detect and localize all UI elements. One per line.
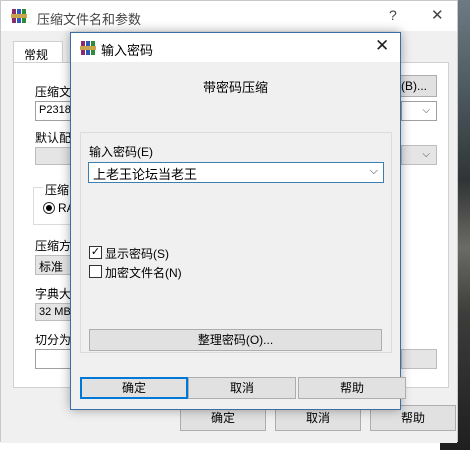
- method-dropdown[interactable]: 标准: [35, 255, 75, 275]
- close-icon[interactable]: ✕: [431, 6, 444, 24]
- split-label: 切分为: [35, 333, 72, 347]
- winrar-app-icon: [11, 9, 27, 23]
- dialog-title: 输入密码: [101, 43, 154, 58]
- tab-general[interactable]: 常规: [13, 41, 63, 63]
- chevron-down-icon: ⌵: [422, 105, 430, 116]
- split-unit-dropdown[interactable]: [401, 349, 437, 369]
- archive-name-dropdown[interactable]: ⌵: [401, 101, 437, 121]
- password-label: 输入密码(E): [89, 145, 153, 159]
- dictionary-label: 字典大: [35, 287, 72, 301]
- password-value: 上老王论坛当老王: [93, 167, 198, 182]
- default-profile-label: 默认配: [35, 131, 72, 145]
- split-volume-field[interactable]: [35, 349, 75, 369]
- update-mode-dropdown[interactable]: ⌵: [401, 145, 437, 165]
- archive-name-label: 压缩文: [35, 85, 72, 99]
- check-mark-icon: ✓: [90, 246, 101, 258]
- chevron-down-icon: ⌵: [422, 149, 430, 160]
- password-combobox[interactable]: 上老王论坛当老王 ⌵: [88, 162, 384, 183]
- dialog-titlebar: 输入密码 ✕: [71, 33, 400, 62]
- radio-dot-icon: [46, 205, 52, 211]
- dialog-help-button[interactable]: 帮助: [298, 377, 406, 399]
- organize-passwords-button[interactable]: 整理密码(O)...: [89, 329, 382, 351]
- archive-format-label: 压缩: [43, 181, 72, 198]
- encrypt-filenames-label: 加密文件名(N): [105, 266, 182, 280]
- encrypt-filenames-checkbox[interactable]: [89, 265, 102, 278]
- enter-password-dialog: 输入密码 ✕ 带密码压缩 输入密码(E) 上老王论坛当老王 ⌵ ✓ 显示密码(S…: [70, 32, 406, 410]
- rar-radio[interactable]: [43, 202, 55, 214]
- winrar-app-icon: [80, 41, 96, 55]
- parent-window-title: 压缩文件名和参数: [37, 12, 142, 27]
- profile-button[interactable]: [35, 147, 75, 165]
- dialog-ok-button[interactable]: 确定: [80, 377, 188, 399]
- show-password-checkbox[interactable]: ✓: [89, 246, 102, 259]
- dictionary-dropdown[interactable]: 32 MB: [35, 303, 75, 321]
- close-icon[interactable]: ✕: [375, 36, 389, 56]
- dialog-heading: 带密码压缩: [202, 80, 268, 95]
- dialog-cancel-button[interactable]: 取消: [188, 377, 296, 399]
- show-password-label: 显示密码(S): [105, 247, 169, 261]
- chevron-down-icon[interactable]: ⌵: [370, 165, 378, 178]
- parent-titlebar: 压缩文件名和参数 ? ✕: [1, 1, 457, 31]
- help-titlebar-button[interactable]: ?: [389, 7, 397, 23]
- method-label: 压缩方: [35, 239, 72, 253]
